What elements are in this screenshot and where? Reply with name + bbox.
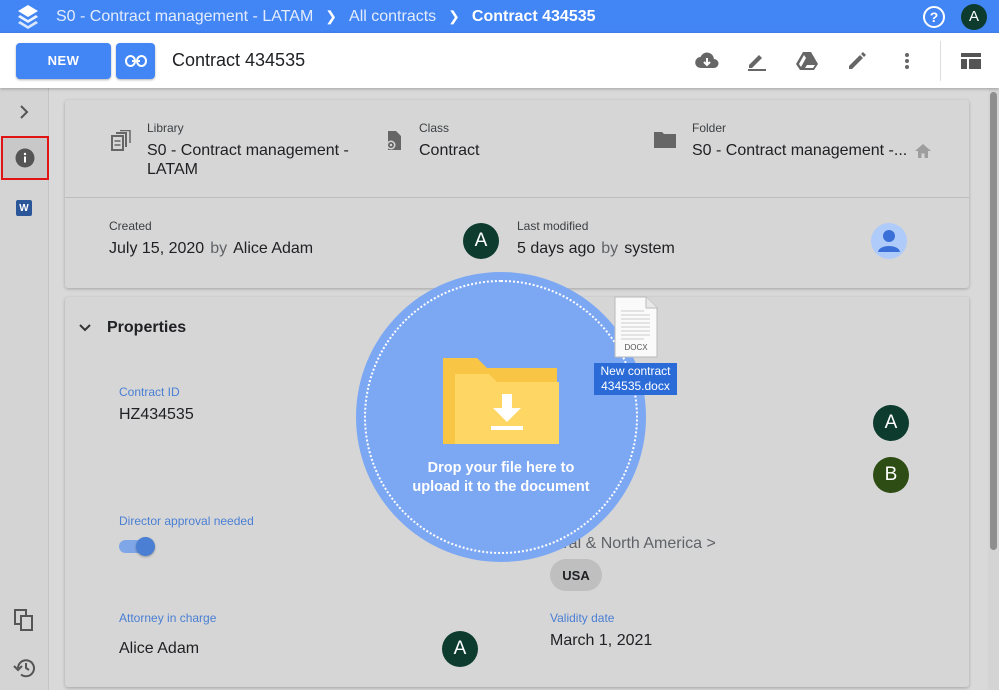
top-bar: S0 - Contract management - LATAM ❯ All c… [0, 0, 999, 33]
scrollbar[interactable] [988, 88, 999, 690]
director-approval-toggle[interactable] [119, 537, 155, 556]
breadcrumb-library[interactable]: S0 - Contract management - LATAM [56, 8, 313, 26]
folder-value[interactable]: S0 - Contract management -... [692, 141, 907, 160]
chevron-down-icon [79, 324, 91, 332]
copy-button[interactable] [0, 598, 48, 642]
word-icon: W [16, 200, 32, 216]
document-toolbar: NEW Contract 434535 [0, 33, 999, 88]
attorney-avatar[interactable]: A [442, 631, 478, 667]
contract-id-label: Contract ID [119, 385, 180, 399]
info-panel-button[interactable] [1, 136, 49, 180]
toolbar-divider [940, 40, 941, 81]
class-label: Class [419, 121, 450, 135]
library-info: Library S0 - Contract management - LATAM [111, 120, 362, 179]
modified-by-word: by [601, 240, 619, 257]
folder-download-icon [441, 354, 561, 451]
system-avatar[interactable] [871, 223, 907, 259]
file-name-line2: 434535.docx [601, 379, 670, 393]
created-by: Alice Adam [233, 240, 314, 257]
modified-label: Last modified [517, 219, 589, 233]
class-value: Contract [419, 142, 480, 159]
person-icon [878, 230, 900, 252]
edit-icon[interactable] [832, 41, 882, 81]
sign-icon[interactable] [732, 41, 782, 81]
assignee-avatar-b[interactable]: B [873, 457, 909, 493]
breadcrumb: S0 - Contract management - LATAM ❯ All c… [56, 8, 596, 26]
properties-header[interactable]: Properties [79, 319, 186, 337]
director-approval-label: Director approval needed [119, 514, 254, 528]
dragged-file-name: New contract 434535.docx [594, 363, 677, 395]
document-title: Contract 434535 [172, 50, 306, 70]
chevron-right-icon: ❯ [325, 8, 338, 24]
layout-icon[interactable] [951, 41, 991, 81]
validity-date-label: Validity date [550, 611, 615, 625]
region-chip[interactable]: USA [550, 559, 602, 591]
attorney-value[interactable]: Alice Adam [119, 640, 199, 658]
library-label: Library [147, 121, 184, 135]
folder-label: Folder [692, 121, 727, 135]
more-vert-icon[interactable] [882, 41, 932, 81]
file-drop-zone[interactable]: Drop your file here to upload it to the … [356, 272, 646, 562]
created-label: Created [109, 219, 152, 233]
class-info: Class Contract [383, 120, 479, 160]
toggle-knob [136, 537, 155, 556]
user-avatar[interactable]: A [961, 3, 987, 30]
library-icon [111, 120, 147, 179]
validity-date-value[interactable]: March 1, 2021 [550, 632, 652, 650]
attorney-label: Attorney in charge [119, 611, 217, 625]
chevron-right-icon: ❯ [448, 8, 460, 24]
download-icon[interactable] [682, 41, 732, 81]
folder-icon [654, 120, 692, 160]
document-location-row: Library S0 - Contract management - LATAM… [65, 100, 969, 198]
class-icon [383, 120, 419, 160]
history-button[interactable] [0, 646, 48, 690]
file-name-line1: New contract [600, 364, 671, 378]
drop-zone-line2: upload it to the document [412, 479, 590, 495]
new-button[interactable]: NEW [16, 42, 111, 79]
app-logo-icon[interactable] [0, 0, 56, 33]
chevron-right-icon [20, 105, 29, 119]
modified-by: system [624, 240, 675, 257]
docx-label: DOCX [624, 343, 648, 352]
created-date: July 15, 2020 [109, 240, 205, 257]
docx-file-icon: DOCX [614, 296, 658, 363]
link-icon [124, 54, 147, 67]
library-value[interactable]: S0 - Contract management - LATAM [147, 141, 362, 179]
created-by-word: by [210, 240, 228, 257]
history-icon [13, 659, 35, 678]
modified-line: 5 days ago by system [517, 240, 675, 258]
info-icon [15, 148, 35, 168]
copy-link-button[interactable] [116, 42, 155, 79]
home-icon[interactable] [915, 144, 932, 158]
help-icon[interactable]: ? [923, 5, 945, 28]
contract-id-value[interactable]: HZ434535 [119, 406, 194, 424]
modified-date: 5 days ago [517, 240, 596, 257]
document-info-card: Library S0 - Contract management - LATAM… [65, 100, 969, 288]
drop-zone-text: Drop your file here to upload it to the … [356, 459, 646, 497]
scrollbar-thumb[interactable] [990, 92, 997, 550]
folder-info: Folder S0 - Contract management -... [654, 120, 932, 160]
word-document-button[interactable]: W [0, 186, 48, 230]
expand-panel-button[interactable] [0, 90, 48, 134]
created-line: July 15, 2020 by Alice Adam [109, 240, 313, 258]
assignee-avatar-a[interactable]: A [873, 405, 909, 441]
drive-icon[interactable] [782, 41, 832, 81]
properties-title: Properties [107, 319, 187, 336]
breadcrumb-current: Contract 434535 [471, 7, 596, 25]
creator-avatar[interactable]: A [463, 223, 499, 259]
copy-icon [14, 609, 33, 631]
breadcrumb-all-contracts[interactable]: All contracts [349, 8, 436, 26]
left-rail: W [0, 88, 49, 690]
drop-zone-line1: Drop your file here to [427, 460, 575, 476]
